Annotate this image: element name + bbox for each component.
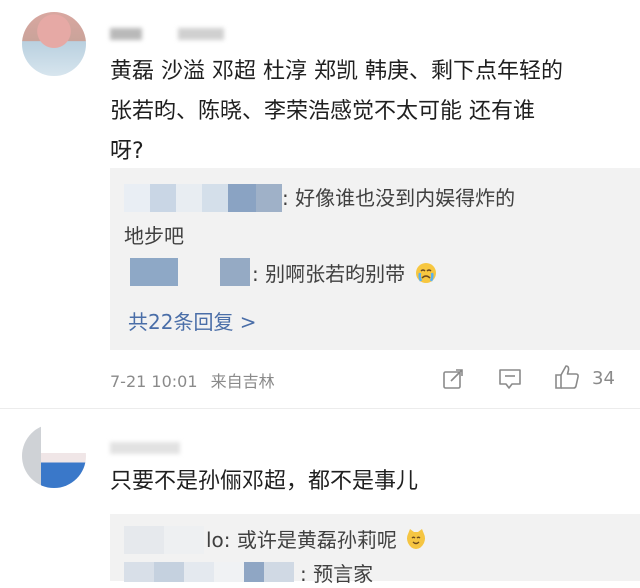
timestamp: 7-21 10:01	[110, 372, 198, 391]
reply-username-redacted[interactable]	[130, 258, 250, 286]
comment-icon[interactable]	[496, 366, 524, 392]
reply-text-content: : 别啊张若昀别带	[252, 262, 406, 286]
reply-username-redacted[interactable]	[124, 184, 282, 212]
reply-text: : 好像谁也没到内娱得炸的	[282, 186, 516, 210]
username-redacted[interactable]	[110, 442, 180, 454]
reply-text: : 预言家	[296, 562, 374, 586]
comment-text-line: 黄磊 沙溢 邓超 杜淳 郑凯 韩庚、剩下点年轻的	[110, 59, 563, 84]
reply-text: 地步吧	[124, 224, 184, 248]
comment-text: 黄磊 沙溢 邓超 杜淳 郑凯 韩庚、剩下点年轻的 张若昀、陈晓、李荣浩感觉不太可…	[110, 52, 630, 172]
cat-emoji-icon	[405, 528, 427, 550]
reply-text: : 别啊张若昀别带	[252, 260, 437, 288]
reply-box: lo: 或许是黄磊孙莉呢 : 预言家	[110, 514, 640, 586]
reply-text: lo: 或许是黄磊孙莉呢	[206, 526, 427, 554]
comment-text-line: 张若昀、陈晓、李荣浩感觉不太可能 还有谁	[110, 99, 535, 124]
username-redacted[interactable]	[178, 28, 224, 40]
more-replies-link[interactable]: 共22条回复 >	[128, 306, 257, 335]
comment-text: 只要不是孙俪邓超，都不是事儿	[110, 469, 419, 494]
reply-username-redacted[interactable]	[124, 562, 294, 582]
comment-meta: 7-21 10:01 来自吉林	[110, 368, 275, 392]
divider	[0, 408, 640, 409]
reply-text-content: lo: 或许是黄磊孙莉呢	[206, 528, 397, 552]
comment-text-line: 呀?	[110, 139, 144, 164]
location: 来自吉林	[210, 372, 275, 391]
crying-emoji-icon	[415, 262, 437, 284]
like-count: 34	[592, 368, 615, 389]
avatar[interactable]	[22, 12, 86, 76]
like-icon[interactable]	[552, 362, 582, 392]
reply-box: : 好像谁也没到内娱得炸的 地步吧 : 别啊张若昀别带 共22条回复 >	[110, 168, 640, 350]
share-icon[interactable]	[440, 366, 466, 392]
avatar[interactable]	[22, 424, 86, 488]
reply-username-redacted[interactable]	[124, 526, 204, 554]
username-redacted[interactable]	[110, 28, 142, 40]
